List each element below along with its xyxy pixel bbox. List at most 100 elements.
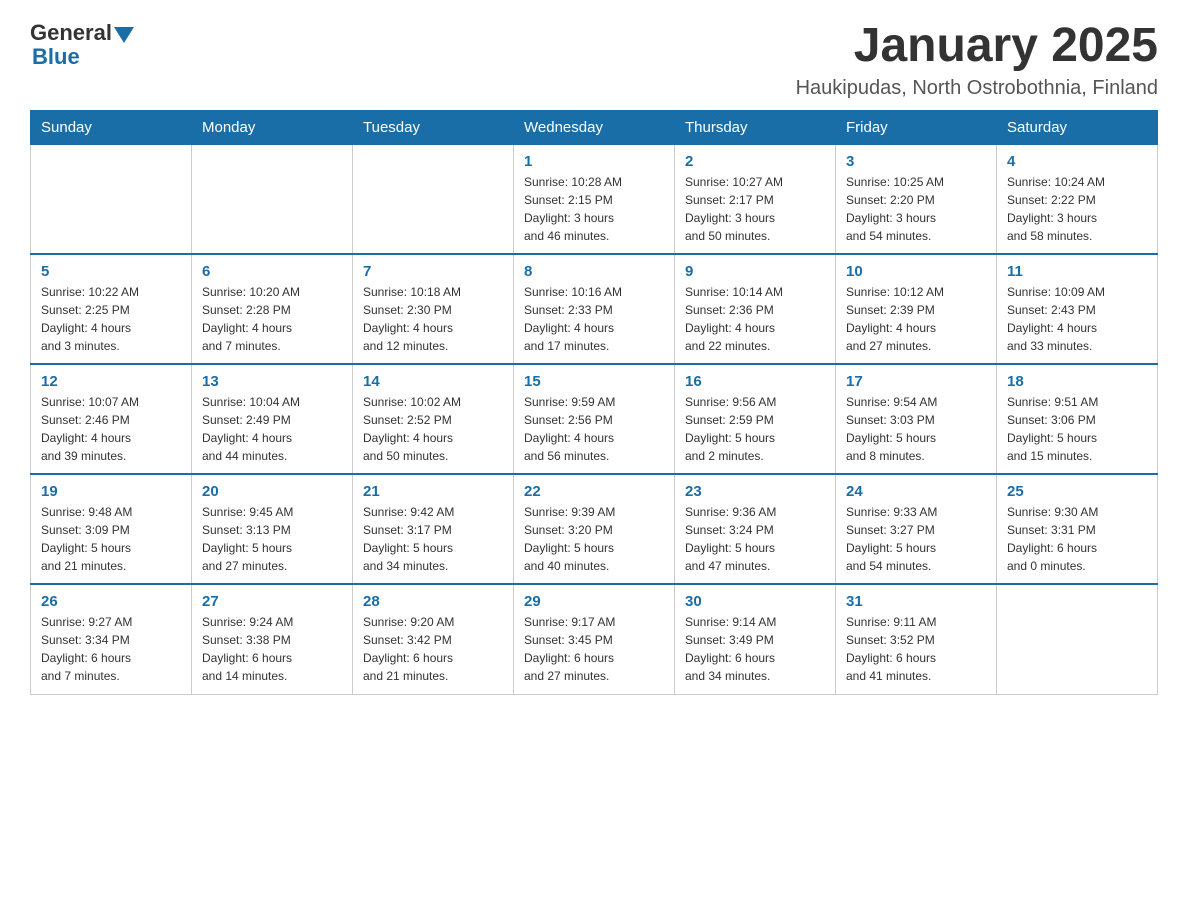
day-number: 9: [685, 263, 825, 280]
calendar-cell: 20 Sunrise: 9:45 AMSunset: 3:13 PMDayligh…: [192, 474, 353, 584]
day-number: 3: [846, 153, 986, 170]
page-header: General Blue January 2025 Haukipudas, No…: [30, 20, 1158, 100]
day-info: Sunrise: 10:14 AMSunset: 2:36 PMDaylight…: [685, 283, 825, 355]
day-number: 29: [524, 593, 664, 610]
calendar-cell: 25 Sunrise: 9:30 AMSunset: 3:31 PMDayligh…: [997, 474, 1158, 584]
day-number: 7: [363, 263, 503, 280]
day-number: 11: [1007, 263, 1147, 280]
weekday-header-saturday: Saturday: [997, 110, 1158, 144]
calendar-cell: 26 Sunrise: 9:27 AMSunset: 3:34 PMDayligh…: [31, 584, 192, 694]
calendar-week-row: 19Sunrise: 9:48 AMSunset: 3:09 PMDayligh…: [31, 474, 1158, 584]
calendar-cell: 11 Sunrise: 10:09 AMSunset: 2:43 PMDaylig…: [997, 254, 1158, 364]
day-info: Sunrise: 10:18 AMSunset: 2:30 PMDaylight…: [363, 283, 503, 355]
day-info: Sunrise: 9:59 AMSunset: 2:56 PMDaylight:…: [524, 393, 664, 465]
calendar-cell: 3 Sunrise: 10:25 AMSunset: 2:20 PMDayligh…: [836, 144, 997, 254]
day-info: Sunrise: 9:51 AMSunset: 3:06 PMDaylight:…: [1007, 393, 1147, 465]
day-number: 24: [846, 483, 986, 500]
day-number: 16: [685, 373, 825, 390]
calendar-cell: 2Sunrise: 10:27 AMSunset: 2:17 PMDayligh…: [675, 144, 836, 254]
day-number: 27: [202, 593, 342, 610]
day-info: Sunrise: 9:39 AMSunset: 3:20 PMDaylight:…: [524, 503, 664, 575]
day-number: 31: [846, 593, 986, 610]
day-number: 21: [363, 483, 503, 500]
day-info: Sunrise: 9:36 AMSunset: 3:24 PMDaylight:…: [685, 503, 825, 575]
day-info: Sunrise: 10:25 AMSunset: 2:20 PMDaylight…: [846, 173, 986, 245]
day-info: Sunrise: 9:20 AMSunset: 3:42 PMDaylight:…: [363, 613, 503, 685]
calendar-cell: 5Sunrise: 10:22 AMSunset: 2:25 PMDayligh…: [31, 254, 192, 364]
calendar-cell: 17Sunrise: 9:54 AMSunset: 3:03 PMDayligh…: [836, 364, 997, 474]
calendar-cell: 28 Sunrise: 9:20 AMSunset: 3:42 PMDayligh…: [353, 584, 514, 694]
calendar-cell: 1 Sunrise: 10:28 AMSunset: 2:15 PMDayligh…: [514, 144, 675, 254]
day-info: Sunrise: 9:54 AMSunset: 3:03 PMDaylight:…: [846, 393, 986, 465]
day-number: 30: [685, 593, 825, 610]
day-number: 18: [1007, 373, 1147, 390]
day-info: Sunrise: 9:30 AMSunset: 3:31 PMDaylight:…: [1007, 503, 1147, 575]
calendar-table: SundayMondayTuesdayWednesdayThursdayFrid…: [30, 110, 1158, 695]
day-number: 19: [41, 483, 181, 500]
title-section: January 2025 Haukipudas, North Ostroboth…: [796, 20, 1158, 100]
calendar-cell: 23 Sunrise: 9:36 AMSunset: 3:24 PMDayligh…: [675, 474, 836, 584]
page-title: January 2025: [796, 20, 1158, 73]
day-info: Sunrise: 9:56 AMSunset: 2:59 PMDaylight:…: [685, 393, 825, 465]
day-info: Sunrise: 9:42 AMSunset: 3:17 PMDaylight:…: [363, 503, 503, 575]
calendar-cell: 15 Sunrise: 9:59 AMSunset: 2:56 PMDayligh…: [514, 364, 675, 474]
calendar-cell: 22 Sunrise: 9:39 AMSunset: 3:20 PMDayligh…: [514, 474, 675, 584]
logo-blue-text: Blue: [32, 44, 80, 70]
calendar-body: 1 Sunrise: 10:28 AMSunset: 2:15 PMDayligh…: [31, 144, 1158, 694]
calendar-week-row: 1 Sunrise: 10:28 AMSunset: 2:15 PMDayligh…: [31, 144, 1158, 254]
day-info: Sunrise: 10:27 AMSunset: 2:17 PMDaylight…: [685, 173, 825, 245]
weekday-header-monday: Monday: [192, 110, 353, 144]
day-number: 8: [524, 263, 664, 280]
day-number: 20: [202, 483, 342, 500]
day-info: Sunrise: 9:45 AMSunset: 3:13 PMDaylight:…: [202, 503, 342, 575]
day-info: Sunrise: 10:24 AMSunset: 2:22 PMDaylight…: [1007, 173, 1147, 245]
day-info: Sunrise: 9:14 AMSunset: 3:49 PMDaylight:…: [685, 613, 825, 685]
calendar-cell: 29Sunrise: 9:17 AMSunset: 3:45 PMDayligh…: [514, 584, 675, 694]
calendar-cell: 19Sunrise: 9:48 AMSunset: 3:09 PMDayligh…: [31, 474, 192, 584]
day-number: 15: [524, 373, 664, 390]
calendar-cell: 18 Sunrise: 9:51 AMSunset: 3:06 PMDayligh…: [997, 364, 1158, 474]
day-number: 25: [1007, 483, 1147, 500]
day-number: 5: [41, 263, 181, 280]
calendar-cell: 7 Sunrise: 10:18 AMSunset: 2:30 PMDayligh…: [353, 254, 514, 364]
day-info: Sunrise: 9:27 AMSunset: 3:34 PMDaylight:…: [41, 613, 181, 685]
day-number: 14: [363, 373, 503, 390]
calendar-cell: [353, 144, 514, 254]
day-info: Sunrise: 10:04 AMSunset: 2:49 PMDaylight…: [202, 393, 342, 465]
day-number: 23: [685, 483, 825, 500]
day-number: 28: [363, 593, 503, 610]
calendar-cell: 13 Sunrise: 10:04 AMSunset: 2:49 PMDaylig…: [192, 364, 353, 474]
calendar-cell: 27 Sunrise: 9:24 AMSunset: 3:38 PMDayligh…: [192, 584, 353, 694]
day-info: Sunrise: 9:24 AMSunset: 3:38 PMDaylight:…: [202, 613, 342, 685]
calendar-cell: 12 Sunrise: 10:07 AMSunset: 2:46 PMDaylig…: [31, 364, 192, 474]
weekday-header-friday: Friday: [836, 110, 997, 144]
calendar-cell: 8 Sunrise: 10:16 AMSunset: 2:33 PMDayligh…: [514, 254, 675, 364]
weekday-header-tuesday: Tuesday: [353, 110, 514, 144]
day-info: Sunrise: 10:28 AMSunset: 2:15 PMDaylight…: [524, 173, 664, 245]
day-number: 6: [202, 263, 342, 280]
day-number: 12: [41, 373, 181, 390]
weekday-header-wednesday: Wednesday: [514, 110, 675, 144]
calendar-cell: 10Sunrise: 10:12 AMSunset: 2:39 PMDaylig…: [836, 254, 997, 364]
day-info: Sunrise: 9:33 AMSunset: 3:27 PMDaylight:…: [846, 503, 986, 575]
calendar-cell: 31 Sunrise: 9:11 AMSunset: 3:52 PMDayligh…: [836, 584, 997, 694]
calendar-cell: 21 Sunrise: 9:42 AMSunset: 3:17 PMDayligh…: [353, 474, 514, 584]
calendar-cell: 9 Sunrise: 10:14 AMSunset: 2:36 PMDayligh…: [675, 254, 836, 364]
calendar-cell: 30 Sunrise: 9:14 AMSunset: 3:49 PMDayligh…: [675, 584, 836, 694]
calendar-cell: [997, 584, 1158, 694]
day-info: Sunrise: 10:09 AMSunset: 2:43 PMDaylight…: [1007, 283, 1147, 355]
day-info: Sunrise: 10:07 AMSunset: 2:46 PMDaylight…: [41, 393, 181, 465]
day-number: 22: [524, 483, 664, 500]
day-info: Sunrise: 9:11 AMSunset: 3:52 PMDaylight:…: [846, 613, 986, 685]
weekday-header-thursday: Thursday: [675, 110, 836, 144]
weekday-header-sunday: Sunday: [31, 110, 192, 144]
day-number: 1: [524, 153, 664, 170]
day-number: 13: [202, 373, 342, 390]
calendar-week-row: 26 Sunrise: 9:27 AMSunset: 3:34 PMDayligh…: [31, 584, 1158, 694]
logo-arrow-icon: [114, 27, 134, 43]
day-number: 26: [41, 593, 181, 610]
logo: General Blue: [30, 20, 134, 70]
calendar-cell: [192, 144, 353, 254]
calendar-cell: 16 Sunrise: 9:56 AMSunset: 2:59 PMDayligh…: [675, 364, 836, 474]
day-info: Sunrise: 10:16 AMSunset: 2:33 PMDaylight…: [524, 283, 664, 355]
